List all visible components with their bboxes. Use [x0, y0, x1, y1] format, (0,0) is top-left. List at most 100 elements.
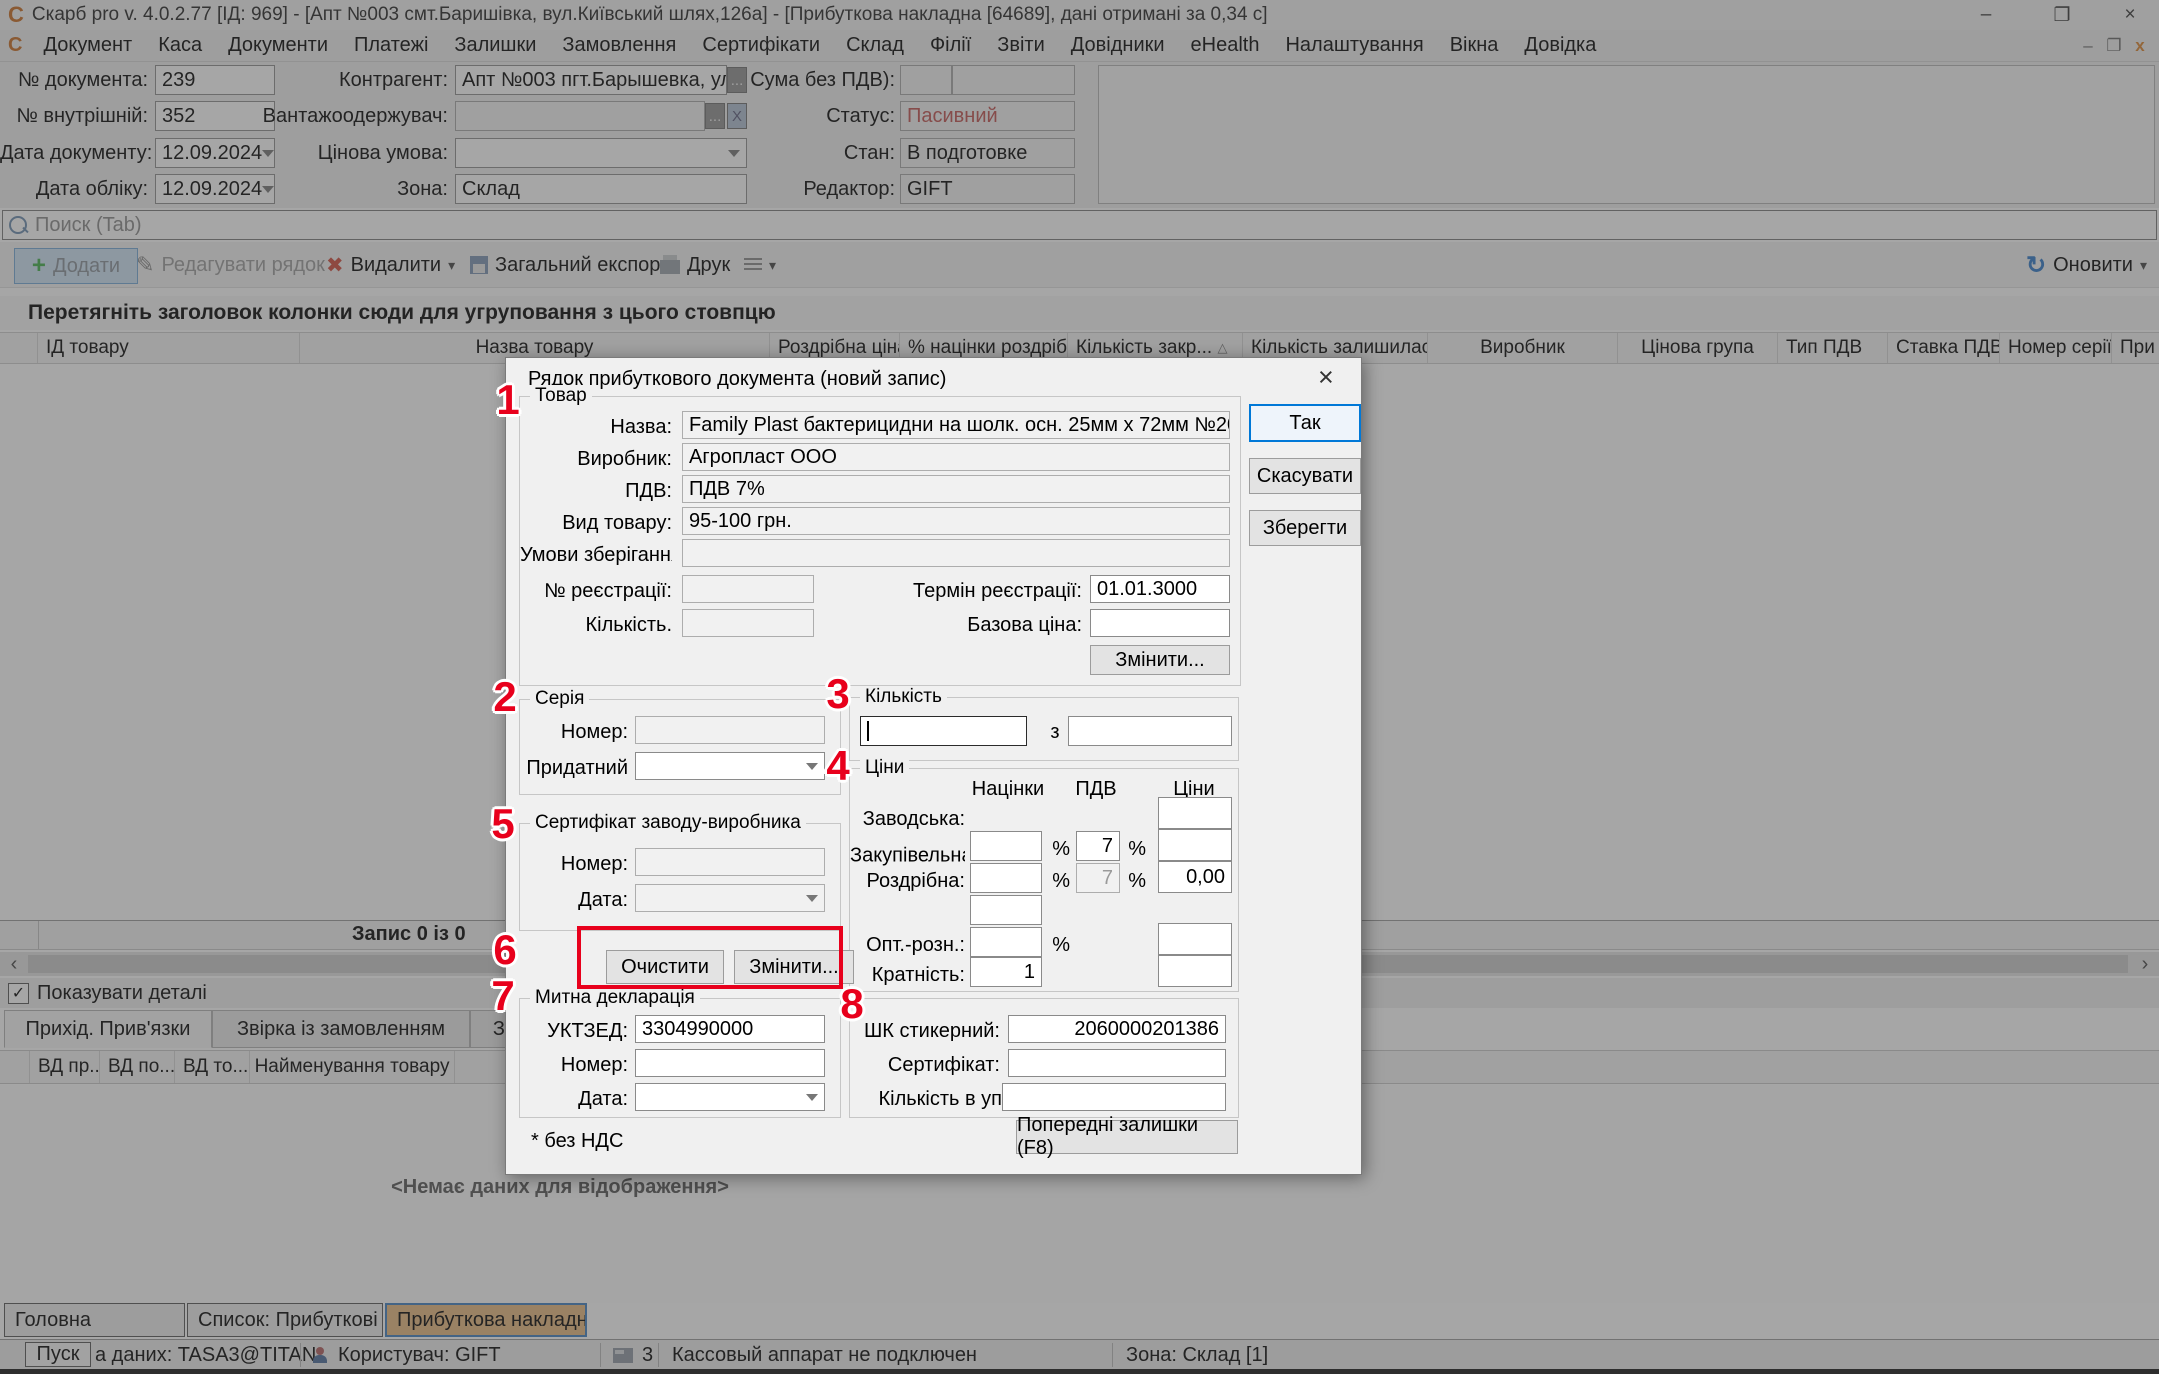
- wholesale-label: Опт.-розн.:: [850, 931, 965, 959]
- base-price-field[interactable]: [1090, 609, 1230, 637]
- chevron-down-icon[interactable]: [806, 895, 818, 902]
- percent-sign: %: [1122, 867, 1146, 895]
- series-group-legend: Серія: [530, 688, 589, 710]
- quantity-group: Кількість з: [849, 697, 1239, 761]
- cancel-button[interactable]: Скасувати: [1249, 458, 1361, 494]
- name-label: Назва:: [520, 413, 672, 441]
- customs-group: Митна декларація УКТЗЕД: 3304990000 Номе…: [519, 998, 841, 1118]
- prices-group-legend: Ціни: [860, 757, 909, 779]
- cert-number-field[interactable]: [635, 848, 825, 876]
- annotation-5: 5: [491, 800, 514, 848]
- vat-column-header: ПДВ: [1068, 775, 1124, 803]
- multiplicity-input[interactable]: 1: [970, 957, 1042, 987]
- kind-label: Вид товару:: [520, 509, 672, 537]
- percent-sign: %: [1046, 867, 1070, 895]
- kind-field[interactable]: 95-100 грн.: [682, 507, 1230, 535]
- percent-sign: %: [1122, 835, 1146, 863]
- save-button[interactable]: Зберегти: [1249, 510, 1361, 546]
- vat-footnote: * без НДС: [531, 1130, 623, 1153]
- qty-info-field[interactable]: [682, 609, 814, 637]
- annotation-1: 1: [496, 376, 519, 424]
- wholesale-price-field[interactable]: [1158, 923, 1232, 955]
- extra-markup-input[interactable]: [970, 895, 1042, 925]
- multiplicity-label: Кратність:: [850, 961, 965, 989]
- sticker-cert-input[interactable]: [1008, 1049, 1226, 1077]
- series-number-label: Номер:: [520, 718, 628, 746]
- base-price-label: Базова ціна:: [850, 611, 1082, 639]
- customs-date-label: Дата:: [520, 1085, 628, 1113]
- series-number-field[interactable]: [635, 716, 825, 744]
- maker-field[interactable]: Агропласт ООО: [682, 443, 1230, 471]
- uktzed-label: УКТЗЕД:: [520, 1017, 628, 1045]
- purchase-price-label: Закупівельна:*: [850, 835, 965, 870]
- customs-number-label: Номер:: [520, 1051, 628, 1079]
- annotation-6: 6: [493, 926, 516, 974]
- customs-legend: Митна декларація: [530, 987, 700, 1009]
- markup-column-header: Націнки: [968, 775, 1048, 803]
- customs-number-input[interactable]: [635, 1049, 825, 1077]
- dialog-close-icon[interactable]: ×: [1318, 362, 1334, 393]
- percent-sign: %: [1046, 931, 1070, 959]
- annotation-3: 3: [826, 670, 849, 718]
- reg-term-label: Термін реєстрації:: [850, 577, 1082, 605]
- sticker-group: ШК стикерний: 2060000201386 Сертифікат: …: [849, 998, 1239, 1118]
- qty-info-label: Кількість.: [520, 611, 672, 639]
- retail-price-label: Роздрібна:: [850, 867, 965, 895]
- product-group: Товар Назва: Family Plast бактерицидни н…: [519, 396, 1241, 686]
- cert-date-label: Дата:: [520, 886, 628, 914]
- shk-label: ШК стикерний:: [850, 1017, 1000, 1045]
- purchase-vat-input[interactable]: 7: [1076, 831, 1120, 861]
- quantity-of-label: з: [1046, 718, 1064, 746]
- product-group-legend: Товар: [530, 385, 592, 407]
- quantity-input[interactable]: [860, 716, 1027, 746]
- annotation-2: 2: [493, 673, 516, 721]
- storage-field[interactable]: [682, 539, 1230, 567]
- factory-price-label: Заводська:: [850, 805, 965, 833]
- annotation-4: 4: [826, 742, 849, 790]
- purchase-price-field[interactable]: [1158, 829, 1232, 861]
- customs-date-combo[interactable]: [635, 1083, 825, 1111]
- name-field[interactable]: Family Plast бактерицидни на шолк. осн. …: [682, 411, 1230, 439]
- uktzed-input[interactable]: 3304990000: [635, 1015, 825, 1043]
- series-valid-label: Придатний: [520, 754, 628, 782]
- series-valid-combo[interactable]: [635, 752, 825, 780]
- factory-cert-legend: Сертифікат заводу-виробника: [530, 812, 806, 834]
- factory-price-field[interactable]: [1158, 797, 1232, 829]
- wholesale-markup-input[interactable]: [970, 927, 1042, 957]
- series-group: Серія Номер: Придатний: [519, 699, 841, 795]
- text-caret: [867, 721, 869, 741]
- previous-stock-button[interactable]: Попередні залишки (F8): [1016, 1120, 1238, 1154]
- purchase-markup-input[interactable]: [970, 831, 1042, 861]
- change-product-button[interactable]: Змінити...: [1090, 645, 1230, 675]
- annotation-box-6: [577, 926, 843, 989]
- pack-qty-label: Кількість в уп: [850, 1085, 1002, 1113]
- annotation-7: 7: [491, 972, 514, 1020]
- annotation-8: 8: [840, 980, 863, 1028]
- prices-group: Ціни Націнки ПДВ Ціни Заводська: Закупів…: [849, 768, 1239, 992]
- retail-markup-input[interactable]: [970, 863, 1042, 893]
- chevron-down-icon[interactable]: [806, 763, 818, 770]
- chevron-down-icon[interactable]: [806, 1094, 818, 1101]
- reg-term-field[interactable]: 01.01.3000: [1090, 575, 1230, 603]
- retail-price-field[interactable]: 0,00: [1158, 861, 1232, 893]
- application-window: C Скарб pro v. 4.0.2.77 [ІД: 969] - [Апт…: [0, 0, 2159, 1374]
- storage-label: Умови зберігання:: [520, 541, 672, 569]
- shk-input[interactable]: 2060000201386: [1008, 1015, 1226, 1043]
- pack-qty-input[interactable]: [1002, 1083, 1226, 1111]
- row-edit-dialog: Рядок прибуткового документа (новий запи…: [505, 357, 1362, 1175]
- cert-number-label: Номер:: [520, 850, 628, 878]
- cert-date-combo[interactable]: [635, 884, 825, 912]
- reg-number-label: № реєстрації:: [520, 577, 672, 605]
- factory-cert-group: Сертифікат заводу-виробника Номер: Дата:: [519, 823, 841, 931]
- sticker-cert-label: Сертифікат:: [850, 1051, 1000, 1079]
- percent-sign: %: [1046, 835, 1070, 863]
- retail-vat-input[interactable]: 7: [1076, 863, 1120, 893]
- vat-field[interactable]: ПДВ 7%: [682, 475, 1230, 503]
- multiplicity-price-field[interactable]: [1158, 955, 1232, 987]
- vat-label: ПДВ:: [520, 477, 672, 505]
- maker-label: Виробник:: [520, 445, 672, 473]
- ok-button[interactable]: Так: [1249, 404, 1361, 442]
- quantity-group-legend: Кількість: [860, 686, 947, 708]
- reg-number-field[interactable]: [682, 575, 814, 603]
- quantity-total-field[interactable]: [1068, 716, 1232, 746]
